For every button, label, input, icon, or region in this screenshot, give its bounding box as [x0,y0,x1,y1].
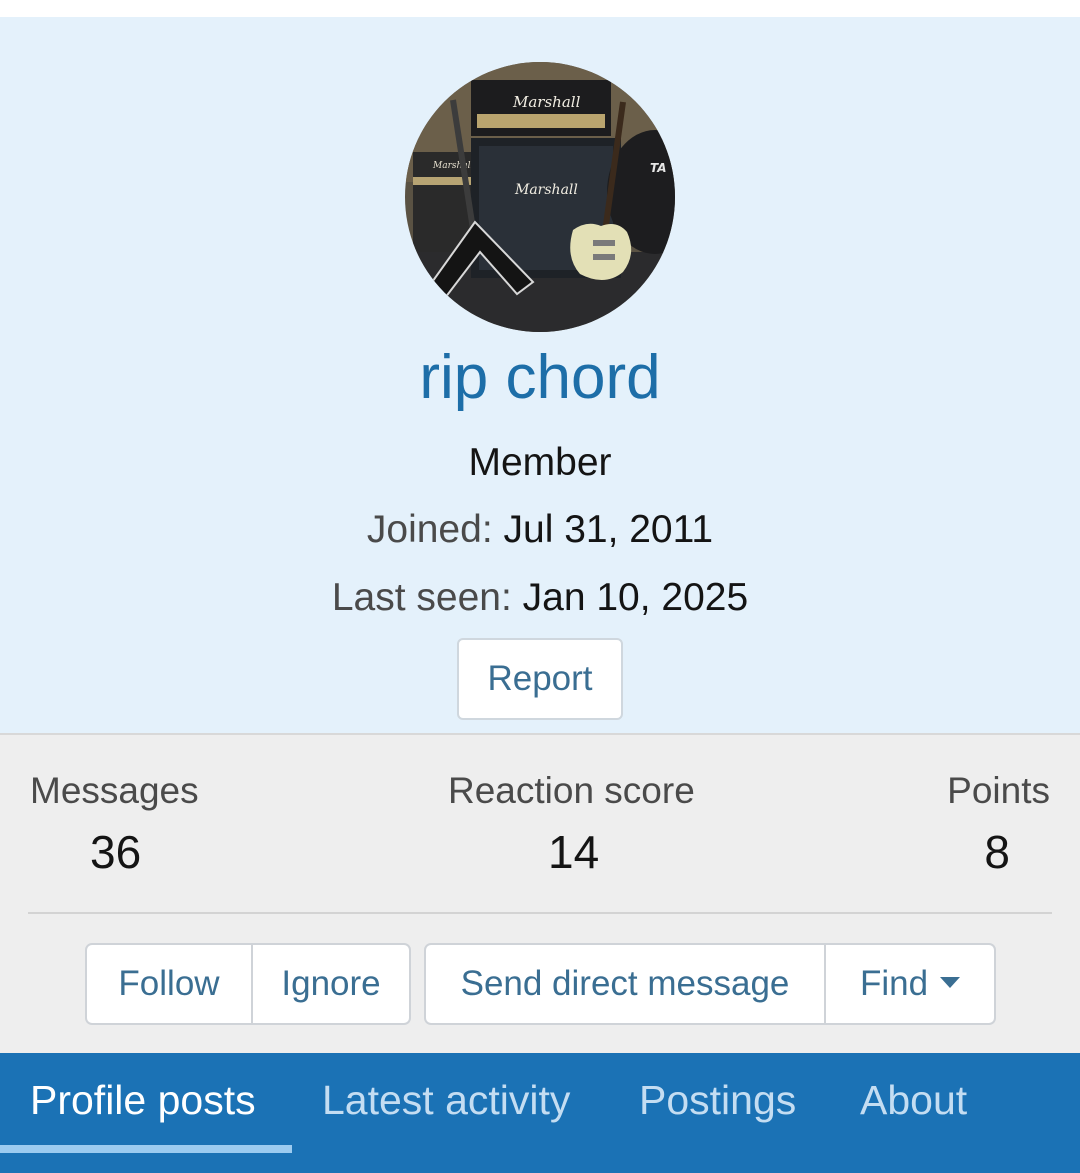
svg-text:TA: TA [650,161,667,175]
joined-value: Jul 31, 2011 [503,508,714,551]
joined-line: Joined: Jul 31, 2011 [0,507,1080,553]
stats-panel: Messages 36 Reaction score 14 Points 8 F… [0,733,1080,1053]
svg-text:Marshall: Marshall [514,182,578,198]
ignore-button[interactable]: Ignore [251,945,409,1023]
last-seen-line: Last seen: Jan 10, 2025 [0,575,1080,621]
tab-postings[interactable]: Postings [639,1075,796,1125]
last-seen-value: Jan 10, 2025 [522,576,749,619]
stat-label: Reaction score [448,770,695,811]
stat-value: 8 [984,826,1010,878]
user-role: Member [468,441,612,484]
send-direct-message-button[interactable]: Send direct message [426,945,824,1023]
caret-down-icon [940,977,961,989]
svg-text:Marshall: Marshall [432,161,474,171]
username[interactable]: rip chord [0,342,1080,414]
follow-button[interactable]: Follow [87,945,251,1023]
avatar[interactable]: Marshall Marshall Marshall TA [405,62,675,332]
active-tab-indicator [0,1145,292,1153]
tab-profile-posts[interactable]: Profile posts [30,1075,256,1125]
follow-ignore-group: Follow Ignore [85,943,411,1025]
tab-about[interactable]: About [860,1075,967,1125]
joined-label: Joined: [366,508,493,551]
avatar-photo-icon: Marshall Marshall Marshall TA [405,62,675,332]
last-seen-label: Last seen: [331,576,512,619]
svg-text:Marshall: Marshall [512,93,581,111]
find-button[interactable]: Find [824,945,994,1023]
report-button[interactable]: Report [457,638,623,720]
stat-value: 14 [548,826,600,878]
profile-tabs: Profile posts Latest activity Postings A… [0,1053,1080,1173]
tab-latest-activity[interactable]: Latest activity [322,1075,570,1125]
divider [28,912,1052,914]
stat-label: Points [947,770,1050,811]
find-label: Find [859,964,929,1003]
stat-value: 36 [90,826,142,878]
member-profile-page: Marshall Marshall Marshall TA rip chord … [0,0,1080,1173]
message-find-group: Send direct message Find [424,943,996,1025]
stat-label: Messages [30,770,199,811]
profile-header: Marshall Marshall Marshall TA rip chord … [0,17,1080,733]
